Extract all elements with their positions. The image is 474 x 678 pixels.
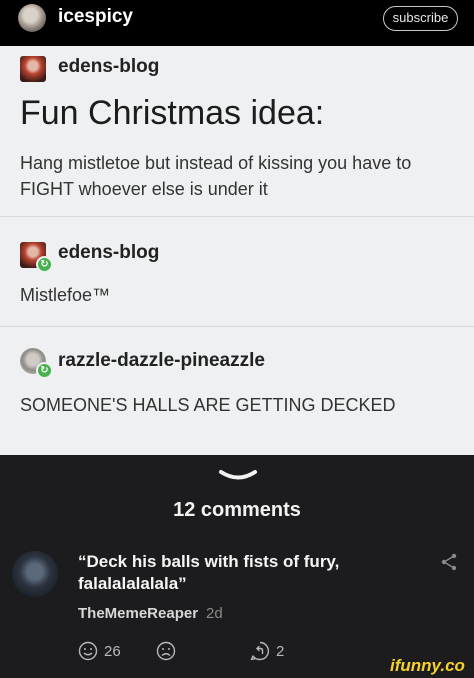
comment-text: “Deck his balls with fists of fury, fala…: [78, 552, 340, 593]
subscribe-button[interactable]: subscribe: [383, 6, 458, 31]
comment-time: 2d: [206, 605, 223, 622]
blog-avatar: [20, 56, 46, 82]
op-blog-name: edens-blog: [58, 56, 160, 77]
comment-meta: TheMemeReaper 2d: [78, 605, 223, 622]
reply-button[interactable]: 2: [250, 641, 284, 661]
reblog-icon: ↻: [36, 362, 53, 379]
reblog-text: SOMEONE'S HALLS ARE GETTING DECKED: [20, 395, 396, 415]
frown-button[interactable]: [156, 641, 182, 661]
chevron-down-icon[interactable]: [218, 469, 258, 483]
share-icon[interactable]: [440, 553, 458, 571]
divider: [0, 216, 474, 217]
post-title: Fun Christmas idea:: [20, 94, 325, 132]
smile-count: 26: [104, 642, 121, 660]
ifunny-watermark: ifunny.co: [390, 656, 465, 675]
reblog-text: Mistlefoe™: [20, 285, 111, 305]
smile-icon: [78, 641, 98, 661]
top-bar: icespicy subscribe: [0, 0, 474, 46]
reply-icon: [250, 641, 270, 661]
post-image: edens-blog Fun Christmas idea: Hang mist…: [0, 46, 474, 455]
commenter-avatar[interactable]: [12, 551, 58, 597]
post-body: Hang mistletoe but instead of kissing yo…: [20, 153, 412, 199]
frown-icon: [156, 641, 176, 661]
comment-author[interactable]: TheMemeReaper: [78, 605, 198, 622]
reblog-blog-name: razzle-dazzle-pineazzle: [58, 350, 265, 371]
smile-button[interactable]: 26: [78, 641, 121, 661]
reblog-blog-name: edens-blog: [58, 242, 160, 263]
username[interactable]: icespicy: [58, 6, 133, 28]
reblog-icon: ↻: [36, 256, 53, 273]
comments-section: 12 comments “Deck his balls with fists o…: [0, 455, 474, 678]
user-avatar[interactable]: [18, 4, 46, 32]
divider: [0, 326, 474, 327]
reply-count: 2: [276, 642, 285, 660]
comments-count[interactable]: 12 comments: [0, 499, 474, 522]
